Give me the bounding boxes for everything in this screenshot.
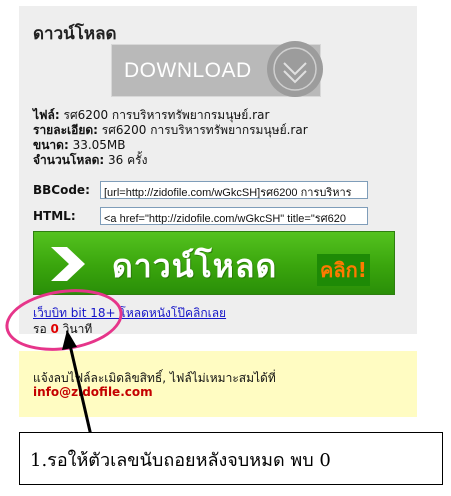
arrow-right-icon <box>51 247 95 285</box>
annotation-caption-box: 1.รอให้ตัวเลขนับถอยหลังจบหมด พบ 0 <box>19 432 443 485</box>
downloads-info: จำนวนโหลด: 36 ครั้ง <box>33 153 147 167</box>
green-download-button[interactable]: ดาวน์โหลด คลิก! <box>33 231 395 295</box>
bbcode-field[interactable]: [url=http://zidofile.com/wGkcSH]รศ6200 ก… <box>100 181 368 199</box>
size-value: 33.05MB <box>72 138 126 152</box>
file-value: รศ6200 การบริหารทรัพยากรมนุษย์.rar <box>63 108 270 122</box>
green-button-text: ดาวน์โหลด <box>112 247 278 285</box>
downloads-value: 36 ครั้ง <box>108 153 148 167</box>
html-field[interactable]: <a href="http://zidofile.com/wGkcSH" tit… <box>100 207 368 225</box>
report-box: แจ้งลบไฟล์ละเมิดลิขสิทธิ์, ไฟล์ไม่เหมาะส… <box>19 351 417 417</box>
download-button-label: DOWNLOAD <box>124 59 252 82</box>
detail-info: รายละเอียด: รศ6200 การบริหารทรัพยากรมนุษ… <box>33 123 308 137</box>
html-label: HTML: <box>33 209 76 223</box>
annotation-caption: 1.รอให้ตัวเลขนับถอยหลังจบหมด พบ 0 <box>30 450 331 471</box>
downloads-label: จำนวนโหลด: <box>33 153 105 167</box>
detail-label: รายละเอียด: <box>33 123 98 137</box>
click-label: คลิก! <box>317 254 370 286</box>
size-label: ขนาด: <box>33 138 69 152</box>
panel-title: ดาวน์โหลด <box>33 24 117 44</box>
report-email: info@zidofile.com <box>33 385 153 399</box>
file-info: ไฟล์: รศ6200 การบริหารทรัพยากรมนุษย์.rar <box>33 108 269 122</box>
bbcode-label: BBCode: <box>33 183 90 197</box>
detail-value: รศ6200 การบริหารทรัพยากรมนุษย์.rar <box>101 123 308 137</box>
file-label: ไฟล์: <box>33 108 60 122</box>
chevron-down-icon <box>267 41 323 97</box>
download-button[interactable]: DOWNLOAD <box>111 41 323 97</box>
size-info: ขนาด: 33.05MB <box>33 138 126 152</box>
